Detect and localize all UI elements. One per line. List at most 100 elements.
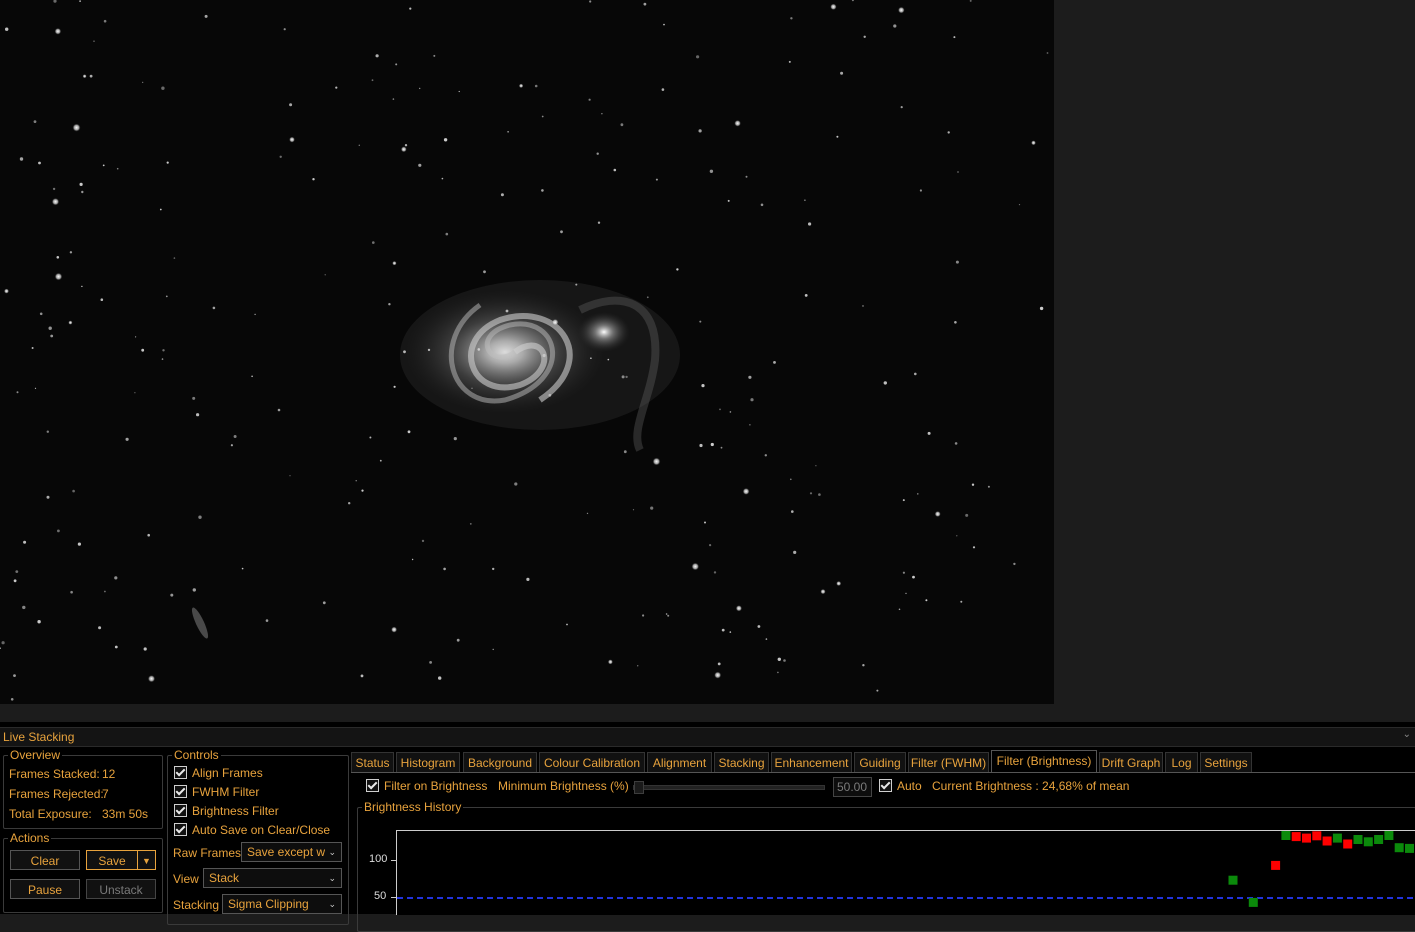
checkbox-checked-icon[interactable] <box>174 804 187 817</box>
tab-colour-calibration[interactable]: Colour Calibration <box>539 752 645 772</box>
tab-histogram[interactable]: Histogram <box>396 752 460 772</box>
star <box>143 647 147 651</box>
star <box>69 251 73 254</box>
star <box>815 465 817 467</box>
clear-button[interactable]: Clear <box>10 850 80 870</box>
star <box>283 28 286 31</box>
filter-on-brightness-label: Filter on Brightness <box>384 779 488 793</box>
star <box>642 614 645 617</box>
auto-label: Auto <box>897 779 922 793</box>
star <box>4 288 9 294</box>
star <box>51 198 60 206</box>
star <box>279 155 282 158</box>
star <box>411 558 414 561</box>
minimum-brightness-slider[interactable] <box>633 781 825 794</box>
star <box>757 625 761 628</box>
star <box>77 542 81 546</box>
star <box>54 272 63 281</box>
tab-enhancement[interactable]: Enhancement <box>771 752 852 772</box>
star <box>46 495 50 499</box>
star <box>443 567 446 571</box>
star <box>912 575 915 579</box>
star <box>492 648 494 651</box>
checkbox-checked-icon[interactable] <box>174 766 187 779</box>
star <box>735 605 743 612</box>
raw-frames-select[interactable]: Save except w ⌄ <box>241 842 342 862</box>
tab-status[interactable]: Status <box>351 752 394 772</box>
brightness-point-rejected <box>1302 833 1311 843</box>
checkbox-checked-icon[interactable] <box>174 785 187 798</box>
brightness-filter-checkbox[interactable]: Brightness Filter <box>174 804 279 818</box>
star <box>900 106 903 109</box>
tab-settings[interactable]: Settings <box>1200 752 1252 772</box>
image-viewer[interactable] <box>0 0 1415 722</box>
star <box>159 208 162 211</box>
auto-save-checkbox[interactable]: Auto Save on Clear/Close <box>174 823 330 837</box>
star <box>254 313 256 316</box>
star <box>607 358 610 361</box>
star <box>836 581 842 586</box>
star <box>54 28 62 35</box>
brightness-point-accepted <box>1394 843 1404 853</box>
tab-filter-fwhm[interactable]: Filter (FWHM) <box>908 752 989 772</box>
checkbox-checked-icon[interactable] <box>366 779 379 792</box>
star <box>526 577 530 582</box>
slider-handle[interactable] <box>634 781 644 794</box>
star <box>72 489 75 493</box>
tab-alignment[interactable]: Alignment <box>647 752 712 772</box>
star <box>620 123 624 127</box>
star <box>379 459 382 462</box>
save-button[interactable]: Save <box>86 850 138 870</box>
tab-stacking[interactable]: Stacking <box>714 752 769 772</box>
star <box>696 55 700 59</box>
star <box>79 182 83 186</box>
tab-drift-graph[interactable]: Drift Graph <box>1099 752 1163 772</box>
star <box>438 676 442 680</box>
star <box>1018 204 1021 206</box>
checkbox-checked-icon[interactable] <box>879 779 892 792</box>
brightness-history-chart <box>396 830 1415 915</box>
star <box>590 357 592 360</box>
auto-checkbox[interactable]: Auto <box>879 779 922 793</box>
minimum-brightness-input[interactable]: 50.00 <box>833 777 872 797</box>
star <box>691 562 700 571</box>
save-dropdown-icon[interactable]: ▼ <box>137 850 156 870</box>
star <box>804 199 806 201</box>
star <box>699 443 703 448</box>
align-frames-checkbox[interactable]: Align Frames <box>174 766 263 780</box>
tab-log[interactable]: Log <box>1165 752 1198 772</box>
unstack-button[interactable]: Unstack <box>86 879 156 899</box>
star <box>100 298 104 302</box>
star <box>575 283 578 286</box>
stacking-select[interactable]: Sigma Clipping ⌄ <box>222 894 342 914</box>
star <box>23 540 27 544</box>
tab-guiding[interactable]: Guiding <box>854 752 906 772</box>
star <box>358 144 360 146</box>
pause-button[interactable]: Pause <box>10 879 80 899</box>
star <box>971 483 975 486</box>
tab-filter-brightness[interactable]: Filter (Brightness) <box>991 750 1097 772</box>
star <box>57 529 60 533</box>
star <box>371 79 374 82</box>
chevron-down-icon: ⌄ <box>328 899 336 909</box>
checkbox-checked-icon[interactable] <box>174 823 187 836</box>
brightness-point-accepted <box>1384 831 1394 840</box>
stacked-image[interactable] <box>0 0 1054 704</box>
star <box>893 24 897 28</box>
tab-background[interactable]: Background <box>463 752 537 772</box>
star <box>734 120 741 127</box>
raw-frames-label: Raw Frames <box>173 846 242 860</box>
fwhm-filter-checkbox[interactable]: FWHM Filter <box>174 785 259 799</box>
star <box>729 411 732 413</box>
star <box>441 177 444 180</box>
align-frames-label: Align Frames <box>192 766 263 780</box>
view-select[interactable]: Stack ⌄ <box>203 868 342 888</box>
star <box>5 27 9 31</box>
star <box>39 312 43 316</box>
controls-legend: Controls <box>174 748 219 762</box>
star <box>862 664 865 667</box>
star <box>667 614 670 617</box>
filter-on-brightness-checkbox[interactable]: Filter on Brightness <box>366 779 487 793</box>
collapse-chevron-icon[interactable]: ⌄ <box>1403 729 1411 740</box>
star <box>79 0 81 2</box>
